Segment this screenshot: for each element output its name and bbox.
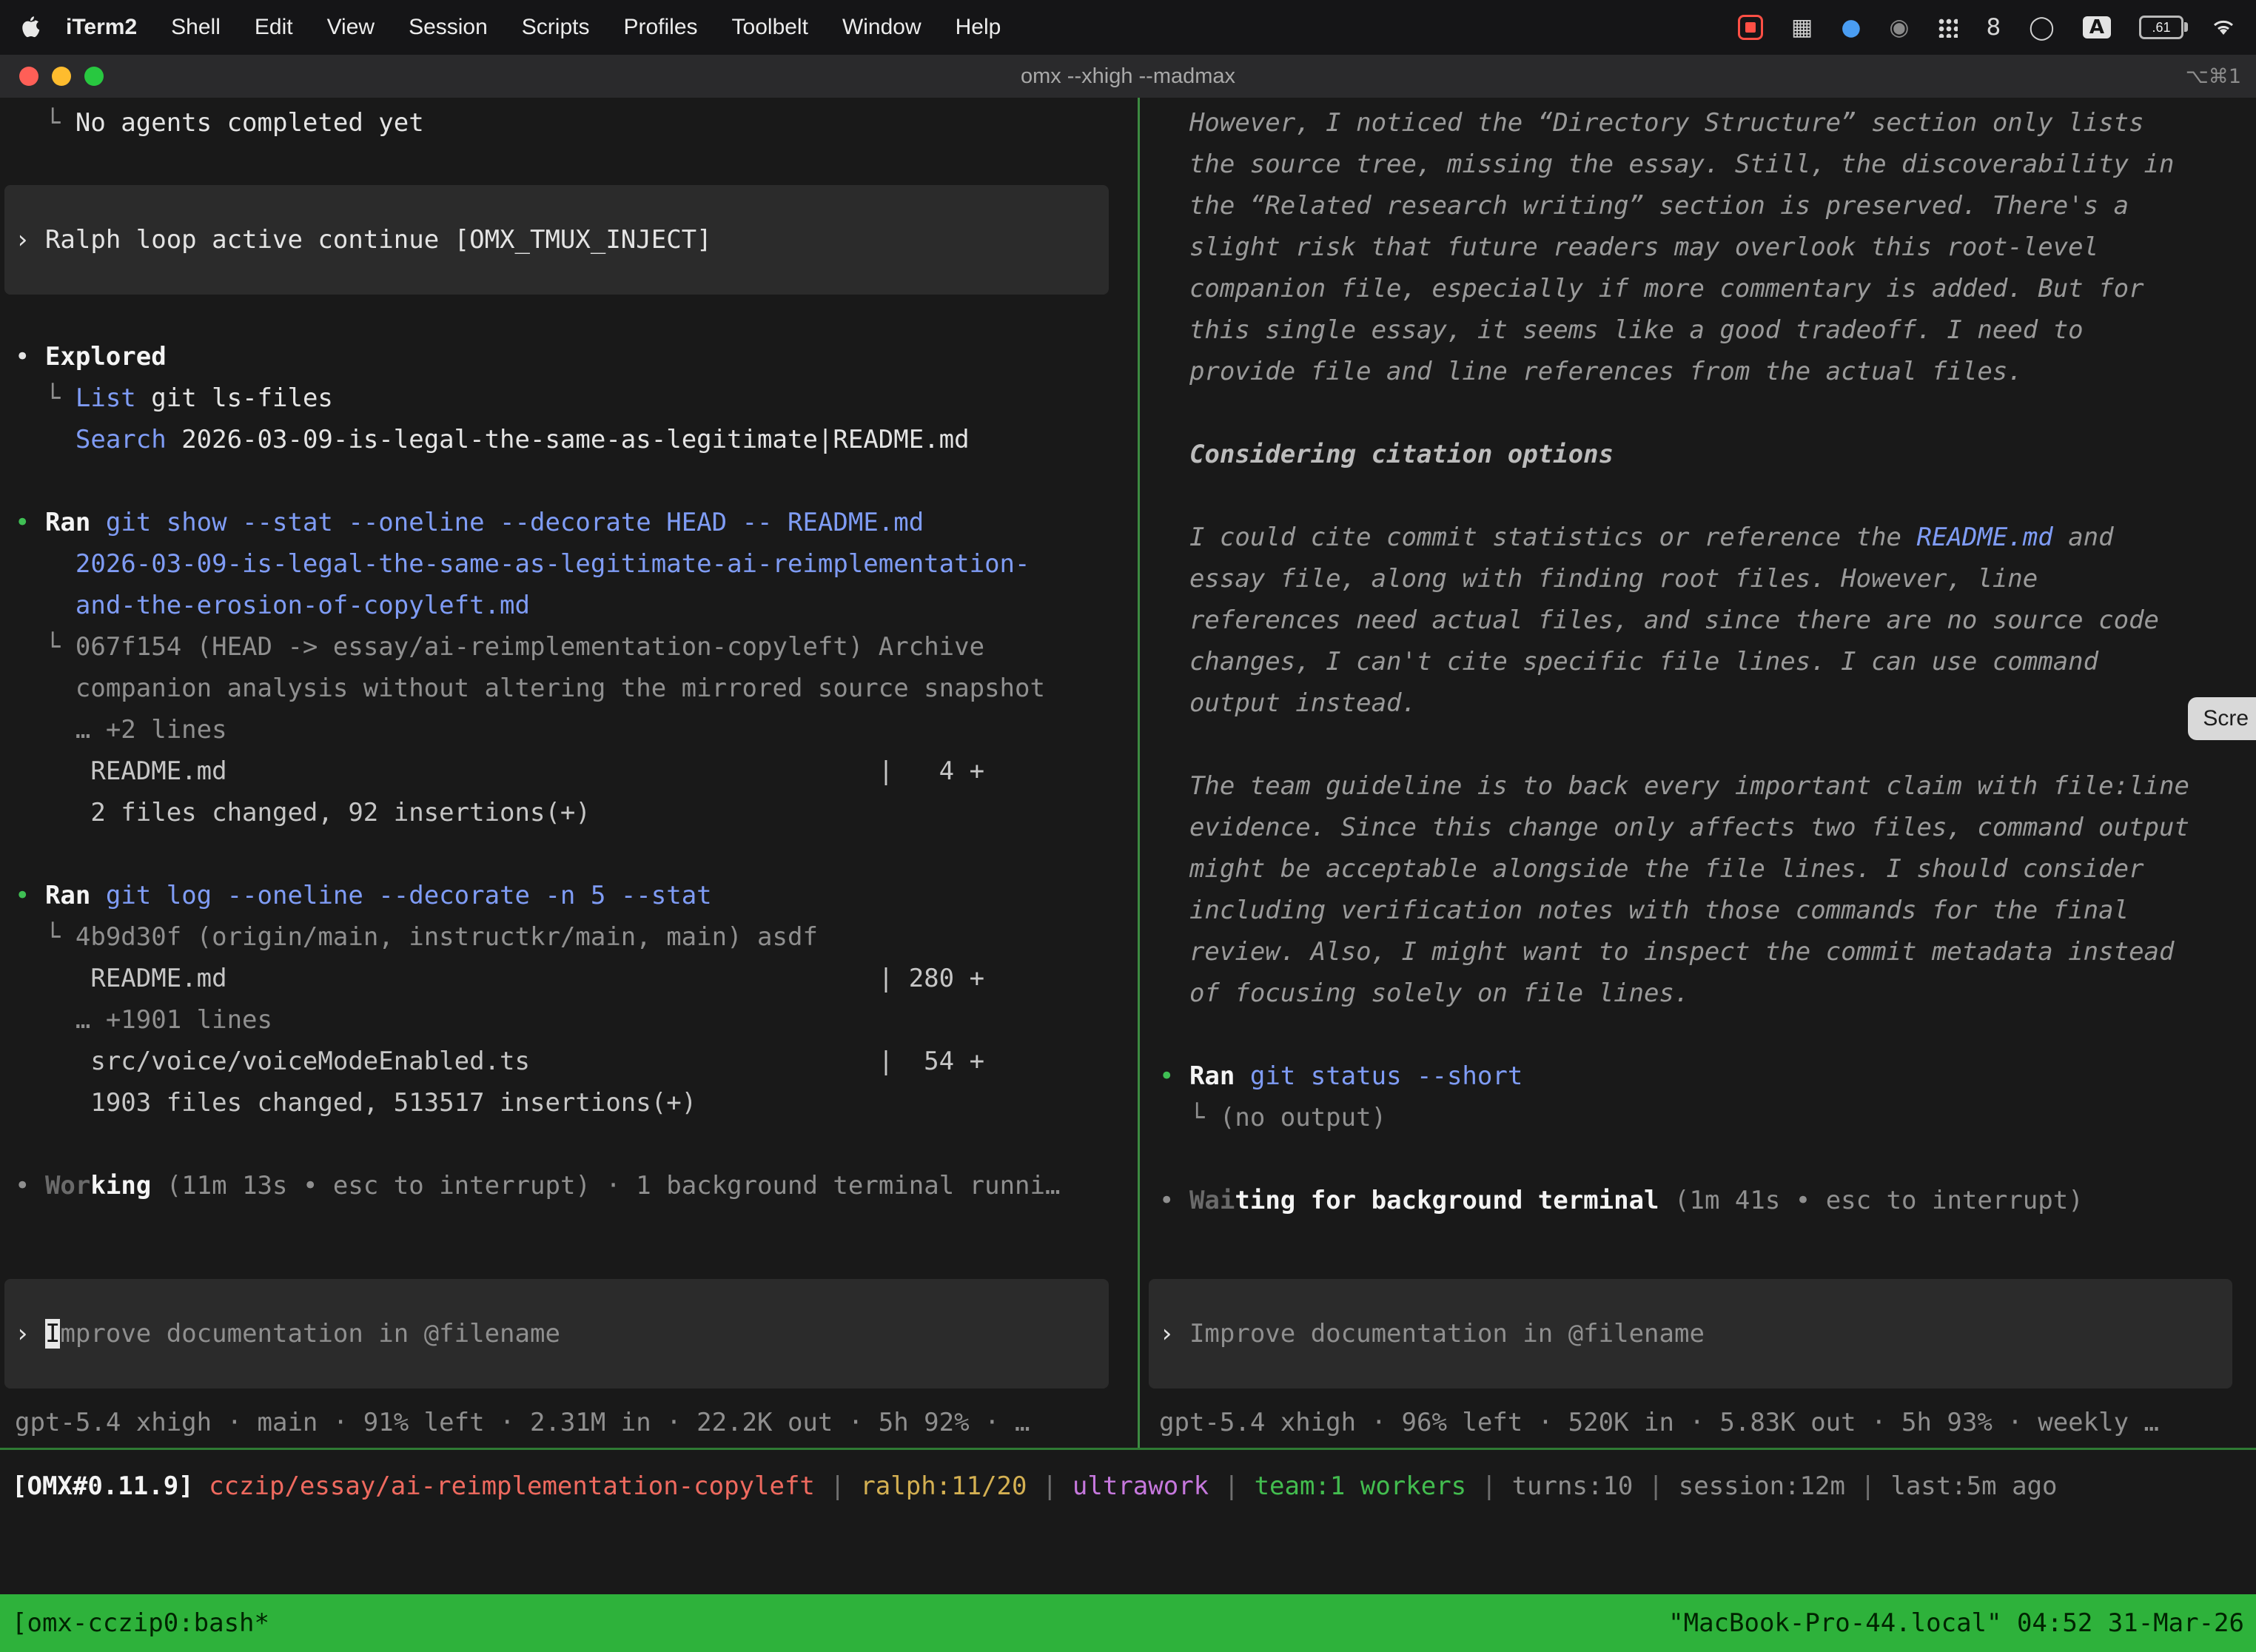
apple-logo-icon xyxy=(21,16,41,39)
screen-share-button[interactable]: Scre xyxy=(2188,697,2256,740)
terminal-line: might be acceptable alongside the file l… xyxy=(1159,848,2247,890)
dots-grid-icon[interactable] xyxy=(1937,17,1958,38)
working-status-line: • Working (11m 13s • esc to interrupt) ·… xyxy=(15,1165,1124,1206)
model-status-line: gpt-5.4 xhigh · 96% left · 520K in · 5.8… xyxy=(1159,1402,2247,1443)
terminal-line: └ List git ls-files xyxy=(15,377,1124,419)
progress-circle-icon[interactable]: ◯ xyxy=(2029,16,2055,39)
blank-line xyxy=(15,295,1124,336)
blank-line xyxy=(1159,392,2247,434)
keyboard-layout-icon[interactable]: 8 xyxy=(1986,16,2001,39)
window-shortcut: ⌥⌘1 xyxy=(2186,65,2241,88)
terminal-line: 1903 files changed, 513517 insertions(+) xyxy=(15,1082,1124,1124)
menu-item-help[interactable]: Help xyxy=(939,15,1018,40)
terminal-line: However, I noticed the “Directory Struct… xyxy=(1159,102,2247,144)
left-pane: └ No agents completed yet › Ralph loop a… xyxy=(0,98,1124,1452)
terminal-line: 2 files changed, 92 insertions(+) xyxy=(15,792,1124,833)
zoom-button[interactable] xyxy=(84,67,104,86)
terminal-line: the source tree, missing the essay. Stil… xyxy=(1159,144,2247,185)
terminal-line: 2026-03-09-is-legal-the-same-as-legitima… xyxy=(15,543,1124,585)
tmux-host-time: "MacBook-Pro-44.local" 04:52 31-Mar-26 xyxy=(1668,1602,2244,1644)
terminal-line: I could cite commit statistics or refere… xyxy=(1159,517,2247,558)
menu-item-list: iTerm2ShellEditViewSessionScriptsProfile… xyxy=(49,15,1018,40)
menu-item-view[interactable]: View xyxy=(310,15,392,40)
terminal-line: the “Related research writing” section i… xyxy=(1159,185,2247,226)
prompt-input[interactable]: › Improve documentation in @filename xyxy=(4,1279,1109,1389)
apple-menu[interactable] xyxy=(21,16,41,39)
terminal-line: Search 2026-03-09-is-legal-the-same-as-l… xyxy=(15,419,1124,460)
terminal-line: The team guideline is to back every impo… xyxy=(1159,765,2247,807)
terminal-line: • Ran git status --short xyxy=(1159,1055,2247,1097)
tmux-session-label: [omx-cczip0:bash* xyxy=(12,1602,269,1644)
close-button[interactable] xyxy=(19,67,38,86)
terminal-line: slight risk that future readers may over… xyxy=(1159,226,2247,268)
status-icon-list: ▦ ● ◉ 8 ◯ A .61 xyxy=(1738,15,2235,40)
blank-line xyxy=(15,1124,1124,1165)
right-pane: However, I noticed the “Directory Struct… xyxy=(1144,98,2256,1452)
blank-line xyxy=(1159,724,2247,765)
model-status-line: gpt-5.4 xhigh · main · 91% left · 2.31M … xyxy=(15,1402,1124,1443)
stats-icon[interactable]: ▦ xyxy=(1791,16,1813,39)
menu-item-profiles[interactable]: Profiles xyxy=(606,15,714,40)
terminal-line: companion analysis without altering the … xyxy=(15,668,1124,709)
terminal-line: └ 4b9d30f (origin/main, instructkr/main,… xyxy=(15,916,1124,958)
terminal-line: README.md | 280 + xyxy=(15,958,1124,999)
terminal-line: including verification notes with those … xyxy=(1159,890,2247,931)
blank-line xyxy=(1159,475,2247,517)
app-blue-icon[interactable]: ● xyxy=(1841,16,1861,39)
blank-line xyxy=(15,144,1124,185)
blank-line xyxy=(1159,1014,2247,1055)
terminal-line: README.md | 4 + xyxy=(15,751,1124,792)
terminal-line: └ No agents completed yet xyxy=(15,102,1124,144)
terminal-line: evidence. Since this change only affects… xyxy=(1159,807,2247,848)
terminal-line: provide file and line references from th… xyxy=(1159,351,2247,392)
terminal-line: and-the-erosion-of-copyleft.md xyxy=(15,585,1124,626)
tmux-status-bar: [omx-cczip0:bash* "MacBook-Pro-44.local"… xyxy=(0,1594,2256,1652)
menu-bar: iTerm2ShellEditViewSessionScriptsProfile… xyxy=(0,0,2256,55)
traffic-lights xyxy=(19,67,104,86)
menu-item-scripts[interactable]: Scripts xyxy=(505,15,607,40)
window-titlebar: omx --xhigh --madmax ⌥⌘1 xyxy=(0,55,2256,98)
window-title: omx --xhigh --madmax xyxy=(1021,64,1235,89)
menu-item-iterm2[interactable]: iTerm2 xyxy=(49,15,154,40)
terminal-line: … +2 lines xyxy=(15,709,1124,751)
terminal-line: └ (no output) xyxy=(1159,1097,2247,1138)
menu-item-edit[interactable]: Edit xyxy=(238,15,310,40)
terminal-line: … +1901 lines xyxy=(15,999,1124,1041)
blank-line xyxy=(1159,1138,2247,1180)
terminal: └ No agents completed yet › Ralph loop a… xyxy=(0,98,2256,1652)
screen: iTerm2ShellEditViewSessionScriptsProfile… xyxy=(0,0,2256,1652)
inject-banner: › Ralph loop active continue [OMX_TMUX_I… xyxy=(4,185,1109,295)
wifi-icon[interactable] xyxy=(2212,18,2235,37)
terminal-line: └ 067f154 (HEAD -> essay/ai-reimplementa… xyxy=(15,626,1124,668)
status-divider xyxy=(0,1448,2256,1450)
app-dark-icon[interactable]: ◉ xyxy=(1889,16,1909,39)
minimize-button[interactable] xyxy=(52,67,71,86)
menu-item-session[interactable]: Session xyxy=(392,15,505,40)
prompt-input[interactable]: › Improve documentation in @filename xyxy=(1149,1279,2232,1389)
terminal-line: this single essay, it seems like a good … xyxy=(1159,309,2247,351)
waiting-status-line: • Waiting for background terminal (1m 41… xyxy=(1159,1180,2247,1221)
terminal-line: changes, I can't cite specific file line… xyxy=(1159,641,2247,682)
screen-record-indicator[interactable] xyxy=(1738,15,1763,40)
menu-item-toolbelt[interactable]: Toolbelt xyxy=(715,15,825,40)
terminal-line: references need actual files, and since … xyxy=(1159,600,2247,641)
blank-line xyxy=(15,460,1124,502)
terminal-line: output instead. xyxy=(1159,682,2247,724)
terminal-line: • Ran git show --stat --oneline --decora… xyxy=(15,502,1124,543)
terminal-line: of focusing solely on file lines. xyxy=(1159,973,2247,1014)
omx-status-line: [OMX#0.11.9] cczip/essay/ai-reimplementa… xyxy=(12,1465,2256,1507)
menu-item-shell[interactable]: Shell xyxy=(154,15,238,40)
terminal-line: essay file, along with finding root file… xyxy=(1159,558,2247,600)
terminal-line: review. Also, I might want to inspect th… xyxy=(1159,931,2247,973)
blank-line xyxy=(15,833,1124,875)
menu-item-window[interactable]: Window xyxy=(825,15,939,40)
terminal-line: • Explored xyxy=(15,336,1124,377)
terminal-line: src/voice/voiceModeEnabled.ts | 54 + xyxy=(15,1041,1124,1082)
terminal-line: • Ran git log --oneline --decorate -n 5 … xyxy=(15,875,1124,916)
pane-divider xyxy=(1138,98,1140,1448)
battery-icon[interactable]: .61 xyxy=(2139,16,2183,39)
thinking-heading: Considering citation options xyxy=(1159,434,2247,475)
input-source-icon[interactable]: A xyxy=(2083,16,2111,38)
terminal-line: companion file, especially if more comme… xyxy=(1159,268,2247,309)
